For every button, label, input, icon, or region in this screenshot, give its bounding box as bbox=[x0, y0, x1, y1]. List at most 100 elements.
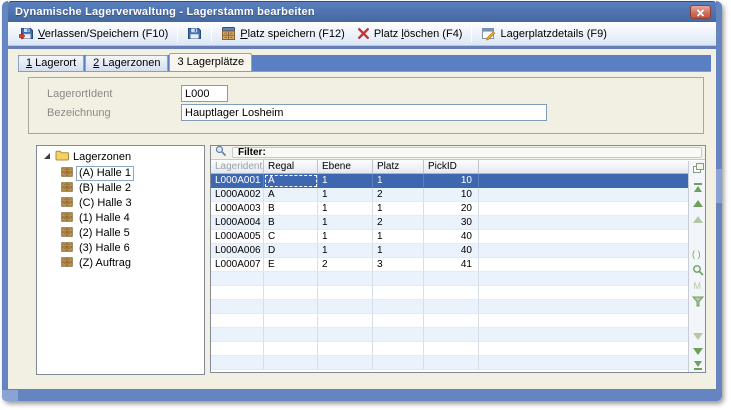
table-cell[interactable]: 1 bbox=[318, 188, 373, 202]
places-grid-panel: Filter: LageridentRegalEbenePlatzPickID … bbox=[210, 145, 706, 373]
table-cell[interactable]: 40 bbox=[424, 230, 479, 244]
table-cell-filler bbox=[479, 188, 688, 202]
tree-root-lagerzonen[interactable]: Lagerzonen bbox=[37, 146, 204, 166]
table-cell[interactable]: L000A006 bbox=[211, 244, 264, 258]
table-cell[interactable]: 2 bbox=[373, 188, 424, 202]
place-details-button[interactable]: Lagerplatzdetails (F9) bbox=[475, 23, 612, 44]
table-cell bbox=[264, 300, 318, 314]
table-cell bbox=[264, 286, 318, 300]
nav-next-icon[interactable] bbox=[691, 344, 704, 357]
table-cell[interactable]: 41 bbox=[424, 258, 479, 272]
table-cell[interactable]: L000A007 bbox=[211, 258, 264, 272]
table-cell[interactable]: L000A002 bbox=[211, 188, 264, 202]
table-cell[interactable]: L000A001 bbox=[211, 174, 264, 188]
filter-icon[interactable] bbox=[691, 295, 704, 308]
table-row[interactable]: L000A004B1230 bbox=[211, 216, 688, 230]
tree-item-zone[interactable]: (B) Halle 2 bbox=[37, 181, 204, 196]
table-cell[interactable]: L000A005 bbox=[211, 230, 264, 244]
table-cell[interactable]: 1 bbox=[373, 202, 424, 216]
table-cell-filler bbox=[479, 328, 688, 342]
table-cell bbox=[211, 286, 264, 300]
folder-icon bbox=[55, 150, 69, 164]
table-cell[interactable]: 2 bbox=[318, 258, 373, 272]
table-cell[interactable]: 1 bbox=[373, 230, 424, 244]
table-row[interactable]: L000A002A1210 bbox=[211, 188, 688, 202]
titlebar[interactable]: Dynamische Lagerverwaltung - Lagerstamm … bbox=[8, 1, 716, 22]
tree-item-zone[interactable]: (3) Halle 6 bbox=[37, 241, 204, 256]
shelf-icon bbox=[61, 242, 73, 255]
column-header[interactable]: Lagerident bbox=[211, 160, 264, 174]
tree-item-zone[interactable]: (1) Halle 4 bbox=[37, 211, 204, 226]
column-header[interactable]: Regal bbox=[264, 160, 318, 174]
tree-item-zone[interactable]: (C) Halle 3 bbox=[37, 196, 204, 211]
table-cell[interactable]: 3 bbox=[373, 258, 424, 272]
table-cell[interactable]: 20 bbox=[424, 202, 479, 216]
tree-item-zone[interactable]: (2) Halle 5 bbox=[37, 226, 204, 241]
column-header[interactable]: Platz bbox=[373, 160, 424, 174]
tab-lagerort[interactable]: 1 Lagerort bbox=[18, 55, 84, 71]
nav-prev-icon[interactable] bbox=[691, 197, 704, 210]
save-button[interactable] bbox=[181, 23, 208, 44]
table-cell[interactable]: 1 bbox=[373, 174, 424, 188]
column-header[interactable]: PickID bbox=[424, 160, 479, 174]
tree-item-zone[interactable]: (Z) Auftrag bbox=[37, 256, 204, 271]
table-cell-filler bbox=[479, 174, 688, 188]
table-cell[interactable]: 1 bbox=[373, 244, 424, 258]
table-row[interactable]: L000A006D1140 bbox=[211, 244, 688, 258]
nav-prev-page-icon[interactable] bbox=[691, 213, 704, 226]
table-cell[interactable]: E bbox=[264, 258, 318, 272]
expand-arrow-icon[interactable] bbox=[43, 151, 51, 163]
table-cell[interactable]: 10 bbox=[424, 174, 479, 188]
table-cell[interactable]: C bbox=[264, 230, 318, 244]
table-cell[interactable]: A bbox=[264, 174, 318, 188]
table-cell[interactable]: 1 bbox=[318, 216, 373, 230]
place-save-button[interactable]: Platz speichern (F12) bbox=[215, 23, 351, 44]
table-cell[interactable]: 2 bbox=[373, 216, 424, 230]
shelf-icon bbox=[61, 167, 73, 180]
table-cell[interactable]: 1 bbox=[318, 174, 373, 188]
tree-item-zone[interactable]: (A) Halle 1 bbox=[37, 166, 204, 181]
nav-first-icon[interactable] bbox=[691, 181, 704, 194]
scrollbar-thumb[interactable] bbox=[716, 169, 722, 203]
search-icon bbox=[215, 145, 227, 160]
tab-lagerzonen[interactable]: 2 Lagerzonen bbox=[85, 55, 168, 71]
bezeichnung-input[interactable] bbox=[181, 104, 547, 121]
bookmark-goto-icon[interactable]: ( ) bbox=[691, 247, 704, 260]
leave-save-button[interactable]: Verlassen/Speichern (F10) bbox=[13, 23, 174, 44]
table-cell[interactable]: B bbox=[264, 202, 318, 216]
table-row[interactable]: L000A003B1120 bbox=[211, 202, 688, 216]
table-cell[interactable]: 40 bbox=[424, 244, 479, 258]
table-cell[interactable]: L000A003 bbox=[211, 202, 264, 216]
column-chooser-icon[interactable] bbox=[691, 161, 704, 174]
nav-next-page-icon[interactable] bbox=[691, 329, 704, 342]
tab-lagerplaetze[interactable]: 3 Lagerplätze bbox=[169, 53, 252, 71]
grid-filter-bar[interactable]: Filter: bbox=[211, 146, 705, 160]
table-cell[interactable]: B bbox=[264, 216, 318, 230]
table-cell[interactable]: 1 bbox=[318, 230, 373, 244]
close-button[interactable] bbox=[690, 5, 711, 19]
table-cell[interactable]: L000A004 bbox=[211, 216, 264, 230]
place-delete-button[interactable]: Platz löschen (F4) bbox=[351, 23, 469, 44]
table-cell[interactable]: 30 bbox=[424, 216, 479, 230]
table-row-empty bbox=[211, 300, 688, 314]
table-row[interactable]: L000A007E2341 bbox=[211, 258, 688, 272]
tree-item-label: (2) Halle 5 bbox=[77, 227, 132, 240]
bookmark-save-icon[interactable]: M bbox=[691, 279, 704, 292]
table-cell[interactable]: A bbox=[264, 188, 318, 202]
filter-input[interactable]: Filter: bbox=[232, 147, 702, 158]
column-header[interactable]: Ebene bbox=[318, 160, 373, 174]
lagerortident-input[interactable] bbox=[181, 85, 228, 102]
table-row[interactable]: L000A005C1140 bbox=[211, 230, 688, 244]
resize-grip[interactable] bbox=[2, 390, 18, 401]
table-row[interactable]: L000A001A1110 bbox=[211, 174, 688, 188]
table-cell[interactable]: 1 bbox=[318, 202, 373, 216]
table-cell bbox=[373, 328, 424, 342]
delete-icon bbox=[357, 27, 370, 40]
nav-last-icon[interactable] bbox=[691, 358, 704, 371]
tree-item-label: (1) Halle 4 bbox=[77, 212, 132, 225]
table-cell[interactable]: 1 bbox=[318, 244, 373, 258]
table-cell bbox=[211, 356, 264, 370]
table-cell[interactable]: D bbox=[264, 244, 318, 258]
search-icon[interactable] bbox=[691, 263, 704, 276]
table-cell[interactable]: 10 bbox=[424, 188, 479, 202]
